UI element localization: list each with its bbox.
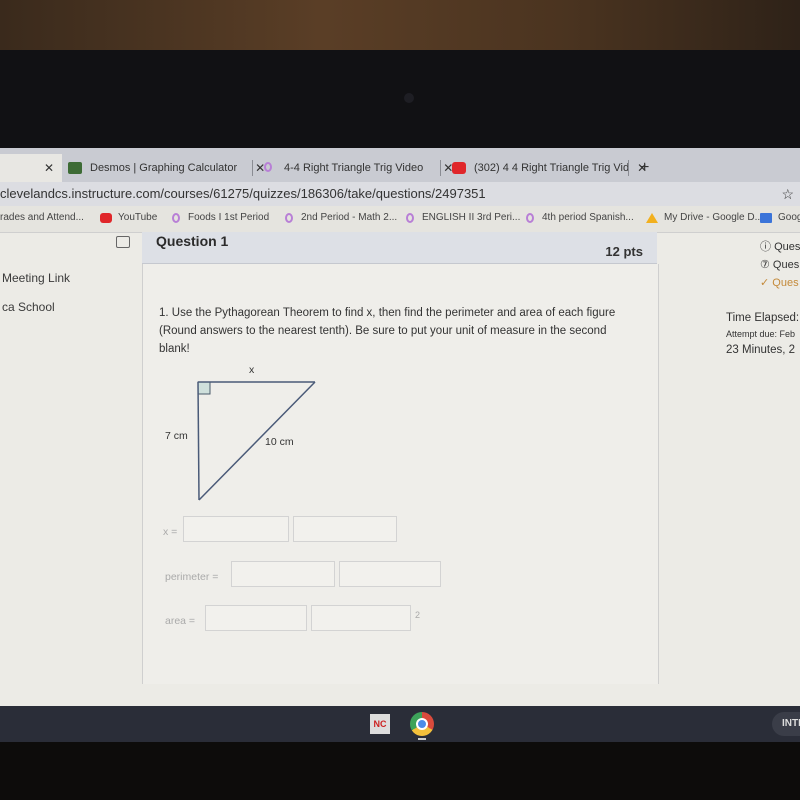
- tab-separator: [440, 160, 441, 176]
- squared-superscript: 2: [415, 610, 421, 620]
- hypotenuse-10cm: [198, 381, 316, 501]
- youtube-icon: [100, 212, 112, 223]
- bookmark-label: 4th period Spanish...: [542, 212, 634, 223]
- chrome-icon[interactable]: [410, 712, 434, 736]
- course-nav: Meeting Link ca School: [0, 233, 142, 708]
- bookmark-youtube[interactable]: YouTube: [100, 212, 157, 223]
- question-header: Question 1 12 pts: [142, 232, 657, 264]
- x-unit-input[interactable]: [293, 516, 397, 542]
- right-angle-marker: [197, 381, 211, 395]
- label-x: x: [249, 364, 255, 376]
- attempt-due: Attempt due: Feb: [726, 329, 796, 339]
- area-value-input[interactable]: [205, 605, 307, 631]
- tab-separator: [628, 160, 629, 176]
- bookmark-google-drive[interactable]: My Drive - Google D...: [646, 212, 763, 223]
- flag-question-icon[interactable]: [116, 236, 130, 248]
- nc-app-icon[interactable]: NC: [370, 714, 390, 734]
- canvas-icon: [524, 212, 536, 223]
- bookmark-label: My Drive - Google D...: [664, 212, 763, 223]
- running-indicator: [418, 738, 426, 740]
- desmos-icon: [68, 162, 82, 174]
- bookmark-label: Foods I 1st Period: [188, 212, 270, 223]
- question-link-2[interactable]: ⑦ Ques: [760, 258, 799, 271]
- shelf: [0, 706, 800, 742]
- bookmark-english[interactable]: ENGLISH II 3rd Peri...: [404, 212, 520, 223]
- bookmark-star-icon[interactable]: ☆: [781, 186, 794, 203]
- tab-label: (302) 4 4 Right Triangle Trig Vid: [474, 162, 630, 174]
- x-label: x =: [163, 526, 178, 538]
- new-tab-button[interactable]: +: [640, 154, 649, 182]
- question-link-3[interactable]: ✓ Ques: [760, 276, 799, 289]
- time-elapsed-label: Time Elapsed:: [726, 312, 800, 324]
- bookmark-foods[interactable]: Foods I 1st Period: [170, 212, 269, 223]
- perimeter-value-input[interactable]: [231, 561, 335, 587]
- input-method-pill[interactable]: INTL: [772, 712, 800, 736]
- webcam: [404, 93, 414, 103]
- canvas-icon: [262, 162, 276, 174]
- close-icon[interactable]: ✕: [44, 161, 54, 175]
- laptop-bottom: [0, 742, 800, 800]
- area-unit-input[interactable]: [311, 605, 411, 631]
- tab-separator: [252, 160, 253, 176]
- bookmark-label: 2nd Period - Math 2...: [301, 212, 398, 223]
- tab-desmos[interactable]: Desmos | Graphing Calculator ✕: [68, 154, 265, 182]
- label-7cm: 7 cm: [165, 430, 188, 442]
- tab-label: 4-4 Right Triangle Trig Video: [284, 162, 424, 174]
- tab-trig-video[interactable]: 4-4 Right Triangle Trig Video ✕: [262, 154, 453, 182]
- bookmarks-bar: rades and Attend... YouTube Foods I 1st …: [0, 206, 800, 233]
- google-drive-icon: [646, 212, 658, 223]
- url-text[interactable]: clevelandcs.instructure.com/courses/6127…: [0, 186, 486, 201]
- tab-strip: ✕ Desmos | Graphing Calculator ✕ 4-4 Rig…: [0, 148, 800, 182]
- question-body: 1. Use the Pythagorean Theorem to find x…: [142, 264, 659, 684]
- question-circle-icon: ⓘ: [760, 241, 775, 253]
- bookmark-grades[interactable]: rades and Attend...: [0, 212, 84, 223]
- x-value-input[interactable]: [183, 516, 289, 542]
- label-10cm: 10 cm: [265, 436, 294, 448]
- bookmark-label: rades and Attend...: [0, 212, 84, 223]
- google-docs-icon: [760, 212, 772, 223]
- bookmark-spanish[interactable]: 4th period Spanish...: [524, 212, 634, 223]
- laptop-bezel: [0, 50, 800, 150]
- tab-current[interactable]: ✕: [0, 154, 62, 182]
- tab-label: Desmos | Graphing Calculator: [90, 162, 238, 174]
- bookmark-label: ENGLISH II 3rd Peri...: [422, 212, 521, 223]
- screen: ✕ Desmos | Graphing Calculator ✕ 4-4 Rig…: [0, 148, 800, 708]
- tab-youtube-video[interactable]: (302) 4 4 Right Triangle Trig Vid ✕: [452, 154, 647, 182]
- bookmark-label: YouTube: [118, 212, 158, 223]
- question-link-1[interactable]: ⓘ Ques: [760, 238, 800, 254]
- youtube-icon: [452, 162, 466, 174]
- nav-item-school[interactable]: ca School: [2, 300, 55, 314]
- question-points: 12 pts: [605, 244, 643, 259]
- perimeter-unit-input[interactable]: [339, 561, 441, 587]
- bookmark-label: Goog: [778, 212, 800, 223]
- check-icon: ✓: [760, 277, 773, 289]
- time-value: 23 Minutes, 2: [726, 344, 796, 356]
- bookmark-math[interactable]: 2nd Period - Math 2...: [283, 212, 397, 223]
- area-label: area =: [165, 615, 196, 627]
- canvas-icon: [170, 212, 182, 223]
- question-circle-icon: ⑦: [760, 259, 773, 271]
- bookmark-google-docs[interactable]: Goog: [760, 212, 800, 223]
- canvas-icon: [404, 212, 416, 223]
- side-7cm: [197, 381, 200, 501]
- quiz-sidebar: ⓘ Ques ⑦ Ques ✓ Ques Time Elapsed: Attem…: [658, 232, 800, 432]
- nav-item-meeting-link[interactable]: Meeting Link: [2, 271, 70, 285]
- address-bar[interactable]: clevelandcs.instructure.com/courses/6127…: [0, 182, 800, 206]
- question-title: Question 1: [156, 233, 229, 249]
- canvas-icon: [283, 212, 295, 223]
- perimeter-label: perimeter =: [165, 571, 219, 583]
